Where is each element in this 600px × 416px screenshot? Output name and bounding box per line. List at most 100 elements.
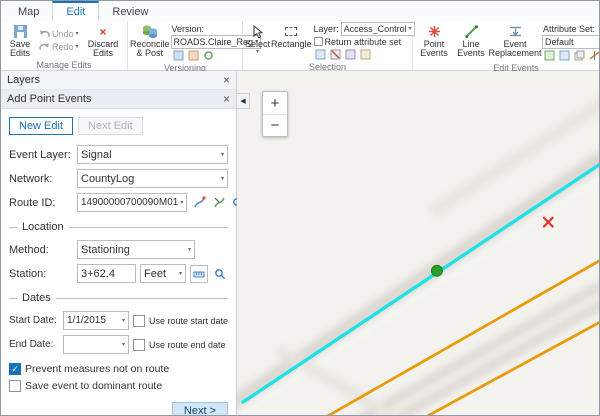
redo-icon bbox=[39, 42, 50, 53]
network-select[interactable]: CountyLog ▾ bbox=[77, 169, 228, 188]
discard-edits-button[interactable]: × Discard Edits bbox=[81, 22, 125, 59]
group-selection: Select ▾ Rectangle Layer: Access_Control… bbox=[243, 21, 413, 70]
map-canvas bbox=[237, 71, 599, 415]
event-layer-select[interactable]: Signal ▾ bbox=[77, 145, 228, 164]
tab-review[interactable]: Review bbox=[99, 3, 161, 21]
route-id-combo[interactable]: 14900000700090M01 ▾ bbox=[77, 193, 187, 212]
method-label: Method: bbox=[9, 244, 73, 256]
copy-event-icon[interactable] bbox=[573, 49, 586, 62]
edit-attribute-icon[interactable] bbox=[558, 49, 571, 62]
network-caret-icon: ▾ bbox=[221, 176, 224, 182]
save-icon bbox=[13, 23, 28, 40]
dominant-route-checkbox[interactable] bbox=[9, 380, 21, 392]
map-view[interactable]: ◀ + − bbox=[237, 71, 599, 415]
end-date-label: End Date: bbox=[9, 339, 59, 350]
undo-button[interactable]: Undo ▾ bbox=[38, 28, 80, 41]
collapse-panel-button[interactable]: ◀ bbox=[237, 93, 250, 109]
location-section-separator: Location bbox=[9, 221, 228, 233]
station-input[interactable]: 3+62.4 bbox=[77, 264, 136, 283]
attribute-set-label: Attribute Set: bbox=[542, 22, 600, 35]
event-replacement-button[interactable]: Event Replacement bbox=[489, 22, 541, 62]
save-edits-button[interactable]: Save Edits bbox=[3, 22, 37, 59]
next-button[interactable]: Next > bbox=[172, 402, 228, 416]
layers-pane-header: Layers × bbox=[1, 71, 236, 90]
rectangle-tool-button[interactable]: Rectangle bbox=[271, 22, 312, 61]
tab-edit[interactable]: Edit bbox=[52, 1, 99, 21]
collapse-arrow-icon: ◀ bbox=[240, 97, 245, 105]
layer-label: Layer: bbox=[314, 24, 339, 34]
group-label-manage-edits: Manage Edits bbox=[1, 60, 127, 71]
prevent-measures-label: Prevent measures not on route bbox=[25, 363, 169, 375]
prevent-measures-checkbox[interactable]: ✓ bbox=[9, 363, 21, 375]
route-picker-icon[interactable] bbox=[211, 195, 227, 211]
use-route-start-date-label: Use route start date bbox=[149, 316, 228, 326]
event-layer-value: Signal bbox=[81, 149, 219, 161]
new-edit-button[interactable]: New Edit bbox=[9, 117, 73, 135]
units-select[interactable]: Feet ▾ bbox=[140, 264, 186, 283]
attribute-set-combo[interactable]: Default ▾ bbox=[542, 35, 600, 49]
line-events-label: Line Events bbox=[454, 40, 488, 58]
return-attribute-set-checkbox[interactable] bbox=[314, 37, 323, 46]
start-date-value: 1/1/2015 bbox=[67, 315, 120, 326]
start-date-combo[interactable]: 1/1/2015 ▾ bbox=[63, 311, 129, 330]
layer-combo[interactable]: Access_Control ▾ bbox=[341, 22, 415, 36]
dates-section-label: Dates bbox=[22, 292, 51, 304]
start-date-label: Start Date: bbox=[9, 315, 59, 326]
reconcile-post-button[interactable]: Reconcile & Post bbox=[130, 22, 170, 62]
method-select[interactable]: Stationing ▾ bbox=[77, 240, 195, 259]
group-edit-events: Point Events Line Events Event Replaceme… bbox=[413, 21, 600, 70]
ribbon: Save Edits Undo ▾ Redo ▾ × bbox=[1, 21, 599, 71]
layers-close-icon[interactable]: × bbox=[223, 74, 230, 86]
zoom-out-button[interactable]: − bbox=[263, 114, 287, 136]
add-attribute-icon[interactable] bbox=[543, 49, 556, 62]
select-button[interactable]: Select ▾ bbox=[245, 22, 270, 61]
add-point-events-title: Add Point Events bbox=[7, 93, 223, 105]
pick-location-on-map-icon[interactable] bbox=[190, 265, 208, 283]
select-all-icon[interactable] bbox=[314, 48, 327, 61]
zoom-in-button[interactable]: + bbox=[263, 92, 287, 114]
refresh-version-icon[interactable] bbox=[202, 49, 215, 62]
undo-label: Undo bbox=[52, 29, 74, 39]
use-route-end-date-checkbox[interactable] bbox=[133, 339, 145, 351]
discard-edits-label: Discard Edits bbox=[81, 40, 125, 58]
dominant-route-label: Save event to dominant route bbox=[25, 380, 162, 392]
route-id-label: Route ID: bbox=[9, 197, 73, 209]
return-attribute-set-label: Return attribute set bbox=[325, 37, 402, 47]
layer-caret-icon: ▾ bbox=[409, 26, 412, 32]
station-label: Station: bbox=[9, 268, 73, 280]
rectangle-icon bbox=[285, 23, 297, 40]
point-events-button[interactable]: Point Events bbox=[415, 22, 453, 62]
next-edit-button: Next Edit bbox=[78, 117, 143, 135]
point-events-label: Point Events bbox=[415, 40, 453, 58]
split-event-icon[interactable] bbox=[588, 49, 600, 62]
route-id-caret-icon: ▾ bbox=[180, 200, 183, 206]
station-marker-x bbox=[543, 217, 553, 227]
selection-options-icon[interactable] bbox=[359, 48, 372, 61]
conflicts-icon[interactable] bbox=[187, 49, 200, 62]
select-route-on-map-icon[interactable] bbox=[191, 195, 207, 211]
add-point-events-close-icon[interactable]: × bbox=[223, 93, 230, 105]
redo-caret-icon[interactable]: ▾ bbox=[76, 44, 79, 50]
save-edits-label: Save Edits bbox=[3, 40, 37, 58]
end-date-combo[interactable]: ▾ bbox=[63, 335, 129, 354]
station-zoom-icon[interactable] bbox=[212, 266, 228, 282]
layers-pane-title: Layers bbox=[7, 74, 223, 86]
line-events-button[interactable]: Line Events bbox=[454, 22, 488, 62]
version-changes-icon[interactable] bbox=[172, 49, 185, 62]
invert-selection-icon[interactable] bbox=[344, 48, 357, 61]
version-value: ROADS.Claire_Reg bbox=[174, 37, 254, 47]
redo-label: Redo bbox=[52, 42, 74, 52]
clear-selection-icon[interactable] bbox=[329, 48, 342, 61]
use-route-start-date-checkbox[interactable] bbox=[133, 315, 145, 327]
reconcile-post-label: Reconcile & Post bbox=[130, 40, 170, 58]
network-value: CountyLog bbox=[81, 173, 219, 185]
dates-section-separator: Dates bbox=[9, 292, 228, 304]
redo-button[interactable]: Redo ▾ bbox=[38, 41, 80, 54]
station-value: 3+62.4 bbox=[81, 268, 115, 280]
layer-value: Access_Control bbox=[344, 24, 407, 34]
rectangle-label: Rectangle bbox=[271, 40, 312, 49]
tab-map[interactable]: Map bbox=[5, 3, 52, 21]
undo-caret-icon[interactable]: ▾ bbox=[76, 31, 79, 37]
location-section-label: Location bbox=[22, 221, 64, 233]
located-event-point bbox=[431, 265, 442, 276]
